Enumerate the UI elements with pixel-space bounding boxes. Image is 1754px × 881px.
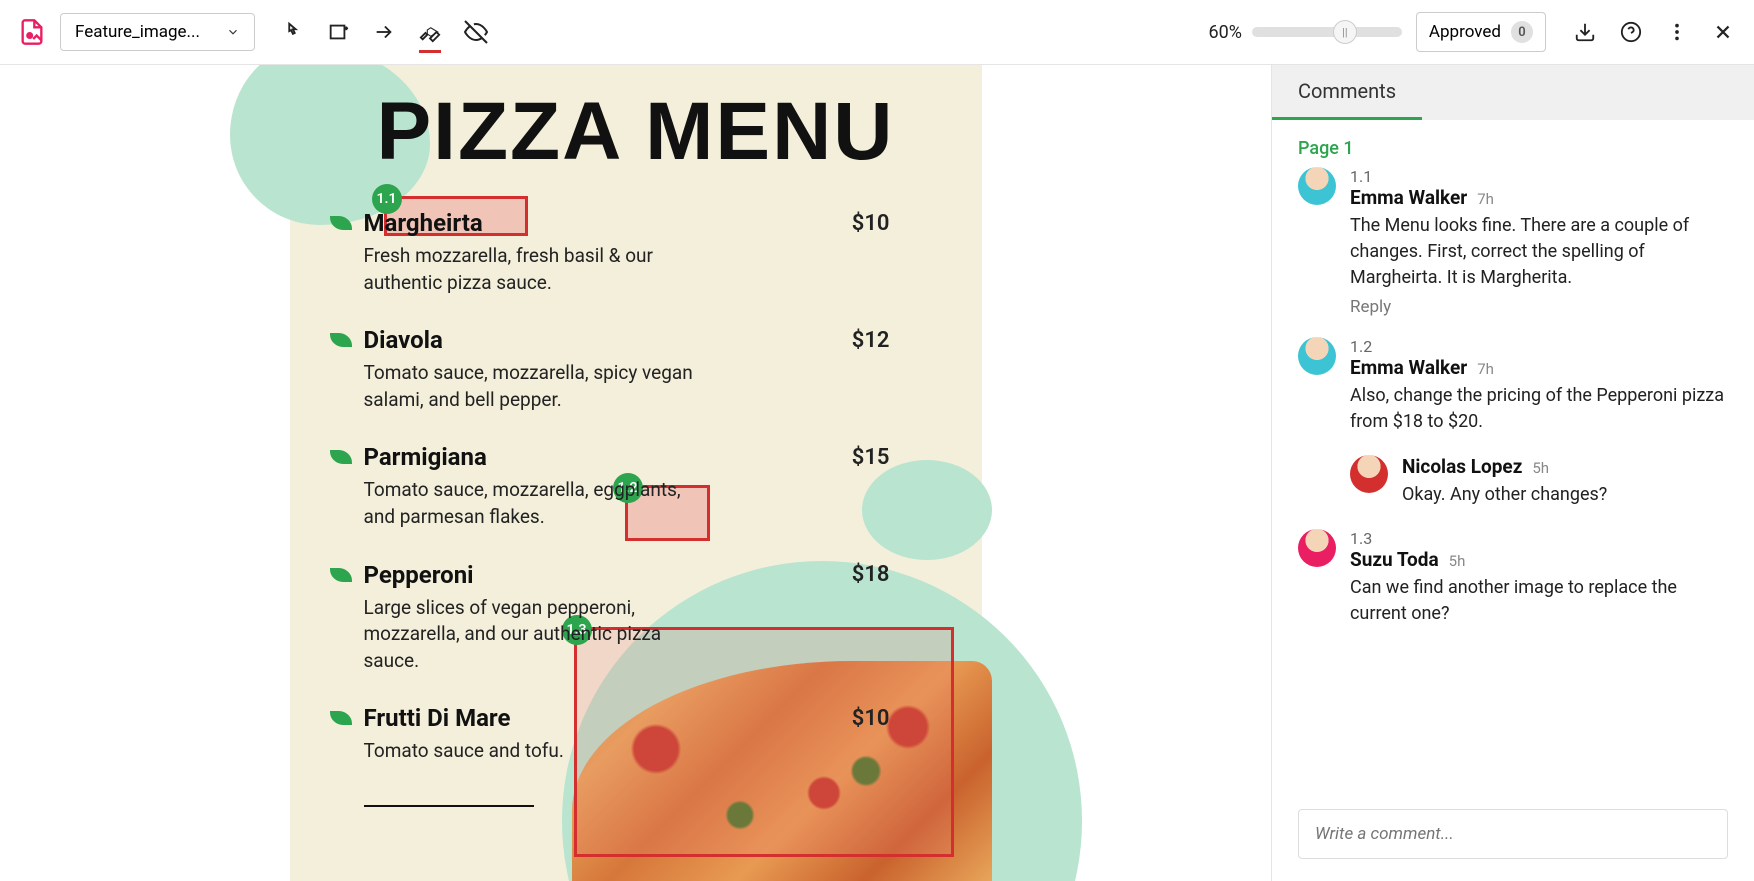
item-name: Margheirta	[364, 209, 483, 237]
highlighter-tool[interactable]	[417, 19, 443, 45]
comment-time: 5h	[1532, 459, 1549, 477]
item-name: Diavola	[364, 326, 443, 354]
leaf-icon	[330, 568, 352, 582]
comment-time: 7h	[1477, 190, 1494, 208]
item-name: Frutti Di Mare	[364, 704, 511, 732]
chevron-down-icon	[226, 25, 240, 39]
item-desc: Fresh mozzarella, fresh basil & our auth…	[364, 243, 699, 296]
approved-count: 0	[1511, 21, 1533, 43]
menu-item: Parmigiana $15 Tomato sauce, mozzarella,…	[364, 443, 908, 530]
comment-time: 5h	[1449, 552, 1466, 570]
item-price: $12	[852, 328, 908, 353]
leaf-icon	[330, 711, 352, 725]
close-icon[interactable]	[1710, 19, 1736, 45]
arrow-tool[interactable]	[371, 19, 397, 45]
menu-item: Diavola $12 Tomato sauce, mozzarella, sp…	[364, 326, 908, 413]
leaf-icon	[330, 450, 352, 464]
menu-item: Pepperoni $18 Large slices of vegan pepp…	[364, 561, 908, 675]
item-price: $10	[852, 211, 908, 236]
avatar	[1298, 529, 1336, 567]
comment-thread[interactable]: 1.3 Suzu Toda 5h Can we find another ima…	[1298, 529, 1728, 627]
menu-item: Frutti Di Mare $10 Tomato sauce and tofu…	[364, 704, 908, 765]
tab-comments[interactable]: Comments	[1272, 65, 1422, 120]
comment-author: Nicolas Lopez	[1402, 455, 1522, 478]
file-name: Feature_image...	[75, 22, 200, 42]
comment-num: 1.3	[1350, 529, 1728, 548]
comment-author: Emma Walker	[1350, 356, 1467, 379]
comment-num: 1.1	[1350, 167, 1728, 186]
toolbar: Feature_image... 60% || Approved 0	[0, 0, 1754, 65]
pointer-tool[interactable]	[279, 19, 305, 45]
reply-button[interactable]: Reply	[1350, 297, 1728, 317]
comment-author: Emma Walker	[1350, 186, 1467, 209]
avatar	[1350, 455, 1388, 493]
comments-panel: Comments Page 1 1.1 Emma Walker 7h The M…	[1271, 65, 1754, 881]
comment-time: 7h	[1477, 360, 1494, 378]
item-desc: Tomato sauce, mozzarella, eggplants, and…	[364, 477, 699, 530]
brand-icon	[18, 18, 46, 46]
zoom-percent: 60%	[1209, 22, 1242, 43]
canvas[interactable]: PIZZA MENU Margheirta $10 Fresh mozzarel…	[0, 65, 1271, 881]
approved-label: Approved	[1429, 22, 1501, 42]
item-name: Parmigiana	[364, 443, 487, 471]
item-price: $10	[852, 706, 908, 731]
comment-text: The Menu looks fine. There are a couple …	[1350, 213, 1728, 291]
comment-input-wrapper	[1298, 809, 1728, 859]
item-desc: Tomato sauce and tofu.	[364, 738, 699, 765]
comment-reply[interactable]: Nicolas Lopez 5h Okay. Any other changes…	[1350, 455, 1728, 508]
menu-title: PIZZA MENU	[290, 65, 982, 179]
comment-thread[interactable]: 1.2 Emma Walker 7h Also, change the pric…	[1298, 337, 1728, 435]
file-selector[interactable]: Feature_image...	[60, 13, 255, 51]
comment-text: Okay. Any other changes?	[1402, 482, 1607, 508]
avatar	[1298, 337, 1336, 375]
divider	[364, 805, 534, 807]
leaf-icon	[330, 333, 352, 347]
comment-text: Can we find another image to replace the…	[1350, 575, 1728, 627]
more-icon[interactable]	[1664, 19, 1690, 45]
item-desc: Tomato sauce, mozzarella, spicy vegan sa…	[364, 360, 699, 413]
hide-tool[interactable]	[463, 19, 489, 45]
rectangle-tool[interactable]	[325, 19, 351, 45]
avatar	[1298, 167, 1336, 205]
item-desc: Large slices of vegan pepperoni, mozzare…	[364, 595, 699, 675]
help-icon[interactable]	[1618, 19, 1644, 45]
zoom-control: 60% ||	[1209, 22, 1402, 43]
comment-thread[interactable]: 1.1 Emma Walker 7h The Menu looks fine. …	[1298, 167, 1728, 317]
document-page: PIZZA MENU Margheirta $10 Fresh mozzarel…	[290, 65, 982, 881]
comment-input[interactable]	[1315, 824, 1711, 844]
page-label: Page 1	[1298, 138, 1728, 159]
tool-group	[279, 19, 489, 45]
leaf-icon	[330, 216, 352, 230]
download-icon[interactable]	[1572, 19, 1598, 45]
item-name: Pepperoni	[364, 561, 474, 589]
approved-button[interactable]: Approved 0	[1416, 12, 1546, 52]
tab-bar: Comments	[1272, 65, 1754, 120]
slider-thumb[interactable]: ||	[1333, 20, 1357, 44]
zoom-slider[interactable]: ||	[1252, 27, 1402, 37]
comment-author: Suzu Toda	[1350, 548, 1439, 571]
item-price: $18	[852, 562, 908, 587]
comment-text: Also, change the pricing of the Pepperon…	[1350, 383, 1728, 435]
comment-num: 1.2	[1350, 337, 1728, 356]
menu-item: Margheirta $10 Fresh mozzarella, fresh b…	[364, 209, 908, 296]
item-price: $15	[852, 445, 908, 470]
